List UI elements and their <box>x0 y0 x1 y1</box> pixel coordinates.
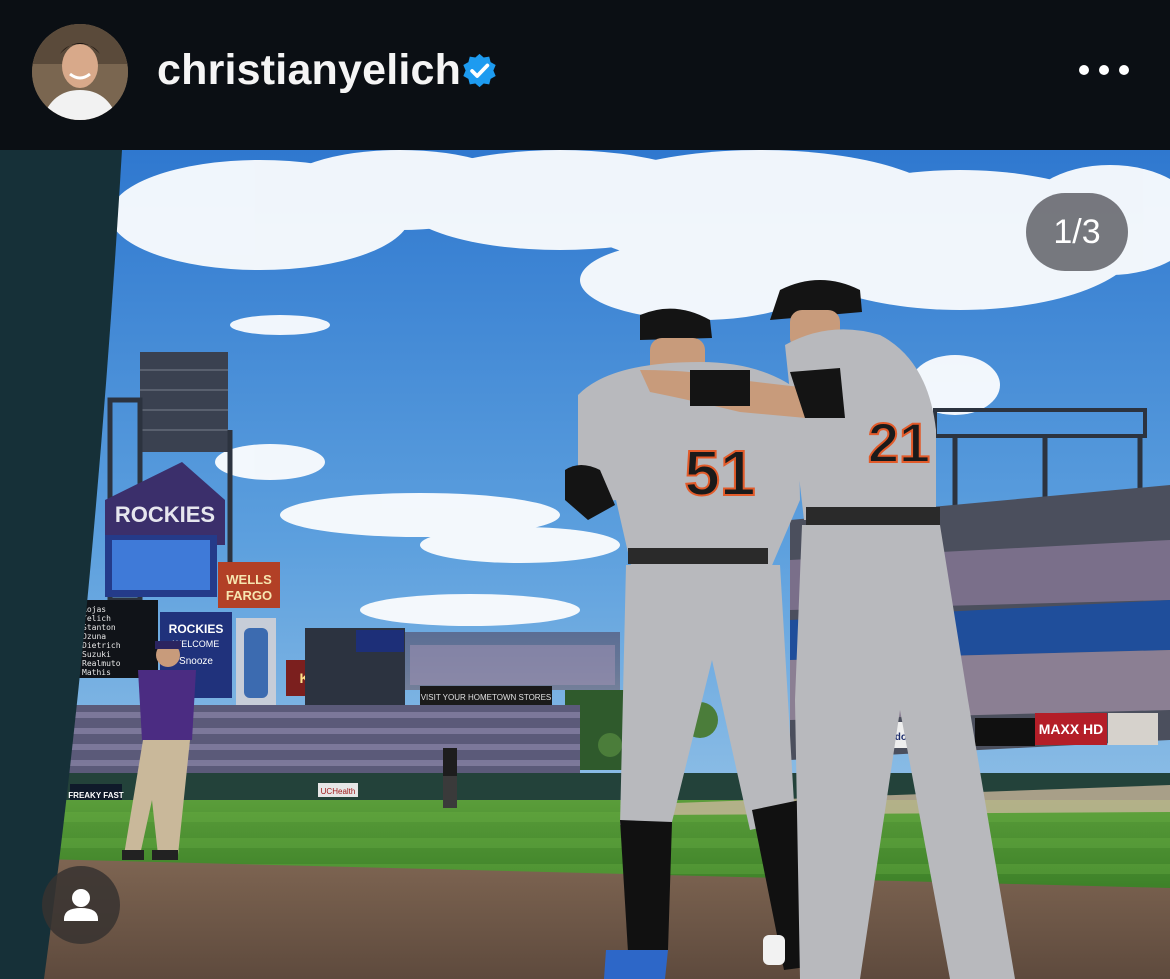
svg-text:FARGO: FARGO <box>226 588 272 603</box>
verified-badge-icon <box>463 53 496 88</box>
svg-text:Snooze: Snooze <box>179 656 213 667</box>
rockies-sign: ROCKIES <box>115 502 215 527</box>
media-counter: 1/3 <box>1026 193 1128 271</box>
profile-avatar[interactable] <box>32 24 128 120</box>
avatar-photo <box>32 24 128 120</box>
svg-text:Suzuki: Suzuki <box>82 650 111 659</box>
jersey-number-51: 51 <box>684 437 755 509</box>
tagged-users-button[interactable] <box>42 866 120 944</box>
user-tag-icon <box>64 889 98 921</box>
svg-text:Stanton: Stanton <box>82 623 116 632</box>
svg-text:Ozuna: Ozuna <box>82 632 106 641</box>
svg-text:Dietrich: Dietrich <box>82 641 121 650</box>
svg-text:Realmuto: Realmuto <box>82 659 121 668</box>
board-welcome: ROCKIES <box>169 622 224 636</box>
svg-text:Mathis: Mathis <box>82 668 111 677</box>
uchealth-sign: UCHealth <box>321 787 356 796</box>
maxx-hd-sign: MAXX HD <box>1039 721 1104 737</box>
more-options-icon[interactable] <box>1072 55 1136 85</box>
freaky-fast-sign: FREAKY FAST <box>68 791 124 800</box>
wells-fargo-sign: WELLS <box>226 572 272 587</box>
post-media[interactable]: ROCKIES WELLS FARGO Rojas Yelich Stanton… <box>0 150 1170 979</box>
post-header: christianyelich <box>0 0 1170 150</box>
username[interactable]: christianyelich <box>157 44 461 96</box>
jersey-number-21: 21 <box>868 411 930 474</box>
baseball-photo: ROCKIES WELLS FARGO Rojas Yelich Stanton… <box>0 150 1170 979</box>
fascia-sign: VISIT YOUR HOMETOWN STORES <box>421 693 552 702</box>
svg-text:Yelich: Yelich <box>82 614 111 623</box>
